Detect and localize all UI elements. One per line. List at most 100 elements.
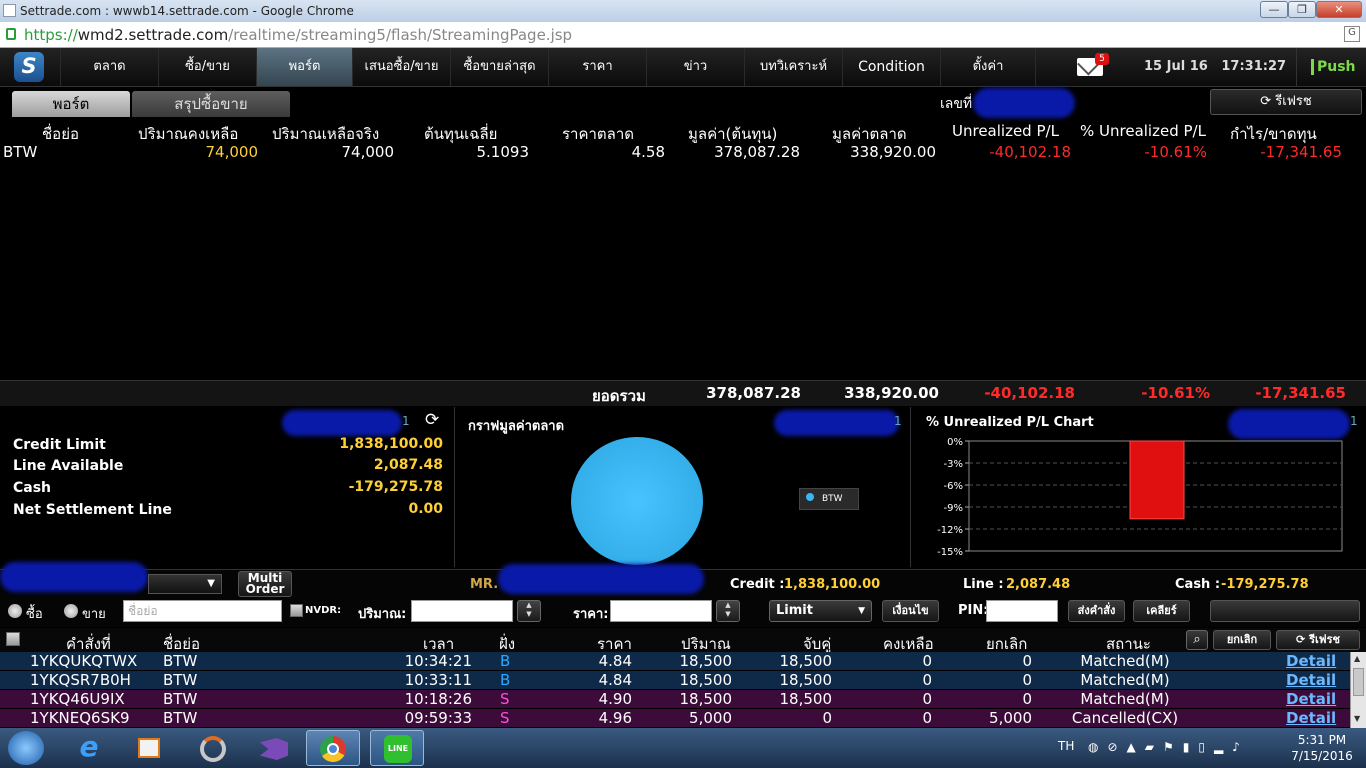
order-volume: 18,500 xyxy=(679,652,733,670)
order-volume: 5,000 xyxy=(689,709,732,727)
nav-item-buy-sell[interactable]: ซื้อ/ขาย xyxy=(158,48,256,86)
chevron-down-icon: ▼ xyxy=(207,578,215,589)
price-stepper[interactable]: ▲ ▼ xyxy=(716,600,740,622)
buy-radio[interactable] xyxy=(8,604,22,618)
nvdr-checkbox[interactable] xyxy=(290,604,303,617)
credit-suffix: 1 xyxy=(402,414,410,428)
send-order-button[interactable]: ส่งคำสั่ง xyxy=(1068,600,1125,622)
url-text[interactable]: https://wmd2.settrade.com/realtime/strea… xyxy=(24,26,572,44)
search-icon[interactable]: ⌕ xyxy=(1186,630,1208,650)
row-symbol: BTW xyxy=(3,143,38,161)
nav-item-condition[interactable]: Condition xyxy=(842,48,940,86)
nav-item-bid-offer[interactable]: เสนอซื้อ/ขาย xyxy=(352,48,450,86)
nav-item-research[interactable]: บทวิเคราะห์ xyxy=(744,48,842,86)
order-matched: 18,500 xyxy=(779,671,833,689)
upl-bar-chart: 0% -3% -6% -9% -12% -15% xyxy=(937,437,1343,558)
price-input[interactable] xyxy=(610,600,712,622)
market-value-pie-panel: กราฟมูลค่าตลาด 1 BTW xyxy=(456,407,911,567)
chart-bar-btw[interactable] xyxy=(1129,440,1185,520)
portfolio-refresh-button[interactable]: ⟳ รีเฟรช xyxy=(1210,89,1362,115)
scroll-down-icon[interactable]: ▼ xyxy=(1354,714,1360,723)
order-detail-link[interactable]: Detail xyxy=(1286,709,1336,728)
condition-button[interactable]: เงื่อนไข xyxy=(882,600,939,622)
total-profit-loss: -17,341.65 xyxy=(1255,384,1346,402)
legend-label: BTW xyxy=(822,494,843,504)
row-upl-pct: -10.61% xyxy=(1144,143,1207,161)
minimize-button[interactable]: — xyxy=(1260,1,1288,18)
ie-icon[interactable]: e xyxy=(62,730,116,766)
input-language[interactable]: TH xyxy=(1058,739,1074,753)
close-button[interactable]: ✕ xyxy=(1316,1,1362,18)
orders-scrollbar[interactable]: ▲ ▼ xyxy=(1350,652,1366,728)
order-type-select[interactable]: Limit ▼ xyxy=(769,600,872,622)
order-time: 10:34:21 xyxy=(404,652,472,670)
line-app-icon[interactable]: LINE xyxy=(370,730,424,766)
order-side: B xyxy=(500,652,511,670)
window-title: Settrade.com : wwwb14.settrade.com - Goo… xyxy=(20,4,354,18)
order-detail-link[interactable]: Detail xyxy=(1286,652,1336,671)
main-nav: S ตลาด ซื้อ/ขาย พอร์ต เสนอซื้อ/ขาย ซื้อข… xyxy=(0,48,1366,87)
nav-item-price[interactable]: ราคา xyxy=(548,48,646,86)
chrome-taskbar-icon[interactable] xyxy=(306,730,360,766)
col-symbol: ชื่อย่อ xyxy=(42,125,79,143)
clock[interactable]: 5:31 PM 7/15/2016 xyxy=(1288,733,1356,763)
order-matched: 0 xyxy=(822,709,832,727)
form-line-value: 2,087.48 xyxy=(1006,577,1071,592)
order-price: 4.84 xyxy=(598,652,632,670)
order-price: 4.90 xyxy=(598,690,632,708)
start-button[interactable] xyxy=(8,731,44,765)
credit-refresh-icon[interactable]: ⟳ xyxy=(425,410,439,430)
volume-input[interactable] xyxy=(411,600,513,622)
system-tray-icons[interactable]: ◍⊘▲▰⚑▮▯▂♪ xyxy=(1088,740,1268,756)
push-button[interactable]: Push xyxy=(1296,48,1366,86)
settrade-logo[interactable]: S xyxy=(14,52,44,82)
scroll-thumb[interactable] xyxy=(1353,668,1364,696)
portfolio-total-row: ยอดรวม 378,087.28 338,920.00 -40,102.18 … xyxy=(0,380,1366,406)
order-side: S xyxy=(500,709,510,727)
order-row[interactable]: 1YKQSR7B0H BTW 10:33:11 B 4.84 18,500 18,500 0 0… xyxy=(0,671,1350,690)
redacted-account xyxy=(774,410,899,436)
redacted-account-name xyxy=(498,564,704,594)
order-detail-link[interactable]: Detail xyxy=(1286,690,1336,709)
order-detail-link[interactable]: Detail xyxy=(1286,671,1336,690)
pin-input[interactable] xyxy=(986,600,1058,622)
order-side: S xyxy=(500,690,510,708)
address-bar[interactable]: https://wmd2.settrade.com/realtime/strea… xyxy=(0,22,1366,48)
browser-title-bar: Settrade.com : wwwb14.settrade.com - Goo… xyxy=(0,0,1366,22)
tab-portfolio[interactable]: พอร์ต xyxy=(12,91,130,117)
tab-trade-summary[interactable]: สรุปซื้อขาย xyxy=(132,91,290,117)
row-market-value: 338,920.00 xyxy=(850,143,936,161)
order-row[interactable]: 1YKNEQ6SK9 BTW 09:59:33 S 4.96 5,000 0 0 5,000 Ca… xyxy=(0,709,1350,728)
symbol-input[interactable]: ชื่อย่อ xyxy=(123,600,282,622)
cancel-order-button[interactable]: ยกเลิก xyxy=(1213,630,1271,650)
app-icon[interactable] xyxy=(186,730,240,766)
account-number-label: เลขที่ xyxy=(940,96,973,112)
row-market-price: 4.58 xyxy=(631,143,665,161)
media-player-icon[interactable] xyxy=(122,730,176,766)
maximize-button[interactable]: ❐ xyxy=(1288,1,1316,18)
nav-item-settings[interactable]: ตั้งค่า xyxy=(940,48,1036,86)
nav-item-market[interactable]: ตลาด xyxy=(60,48,158,86)
pie-slice-btw[interactable] xyxy=(571,437,703,565)
order-row[interactable]: 1YKQUKQTWX BTW 10:34:21 B 4.84 18,500 18,500 0 0… xyxy=(0,652,1350,671)
visual-studio-icon[interactable] xyxy=(246,730,300,766)
nav-item-portfolio[interactable]: พอร์ต xyxy=(256,48,352,86)
volume-stepper[interactable]: ▲ ▼ xyxy=(517,600,541,622)
nav-item-ticker[interactable]: ซื้อขายล่าสุด xyxy=(450,48,548,86)
scroll-up-icon[interactable]: ▲ xyxy=(1354,654,1360,663)
row-upl: -40,102.18 xyxy=(989,143,1071,161)
blank-button[interactable] xyxy=(1210,600,1360,622)
upl-chart-suffix: 1 xyxy=(1350,414,1358,428)
multi-order-button[interactable]: Multi Order xyxy=(238,571,292,597)
select-all-checkbox[interactable] xyxy=(6,632,20,646)
order-row[interactable]: 1YKQ46U9IX BTW 10:18:26 S 4.90 18,500 18,500 0 0… xyxy=(0,690,1350,709)
legend-swatch xyxy=(806,493,814,501)
nav-item-news[interactable]: ข่าว xyxy=(646,48,744,86)
clear-button[interactable]: เคลียร์ xyxy=(1133,600,1190,622)
translate-icon[interactable]: G xyxy=(1344,26,1360,42)
orders-refresh-button[interactable]: ⟳ รีเฟรช xyxy=(1276,630,1360,650)
sell-radio[interactable] xyxy=(64,604,78,618)
y-tick-label: 0% xyxy=(947,437,963,448)
order-price: 4.84 xyxy=(598,671,632,689)
account-select[interactable]: ▼ xyxy=(148,574,222,594)
